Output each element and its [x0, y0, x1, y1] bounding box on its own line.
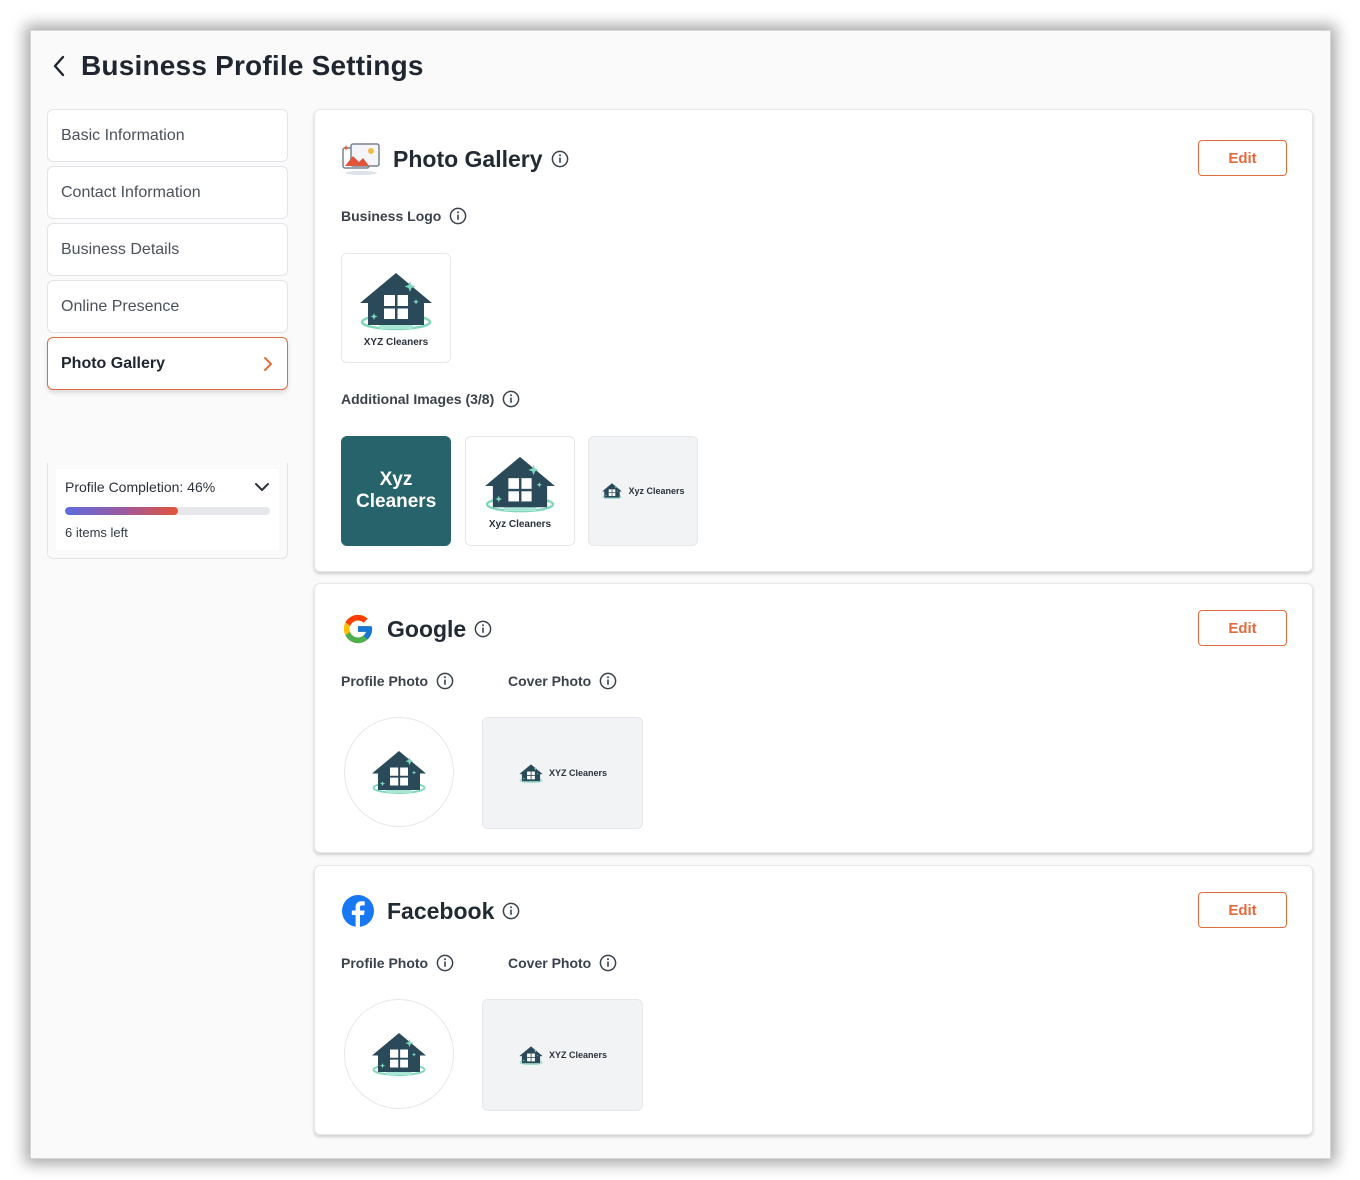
house-logo-icon	[518, 763, 544, 784]
profile-completion-label: Profile Completion: 46%	[65, 479, 216, 495]
app-window: Business Profile Settings Basic Informat…	[31, 31, 1330, 1158]
profile-completion-panel: Profile Completion: 46% 6 items left	[47, 463, 288, 559]
google-profile-photo-label: Profile Photo	[341, 672, 454, 690]
sidebar-item-label: Business Details	[61, 240, 180, 258]
google-icon	[343, 614, 373, 644]
image-text: Xyz Cleaners	[356, 469, 437, 512]
business-logo-thumbnail[interactable]: XYZ Cleaners	[341, 253, 451, 363]
additional-image-2[interactable]: Xyz Cleaners	[465, 436, 575, 546]
chevron-down-icon[interactable]	[254, 481, 270, 493]
house-logo-icon	[481, 453, 559, 515]
info-icon[interactable]	[502, 902, 520, 920]
info-icon[interactable]	[502, 390, 520, 408]
photo-gallery-title: Photo Gallery	[393, 145, 543, 172]
info-icon[interactable]	[551, 150, 569, 168]
house-logo-icon	[369, 1030, 429, 1078]
facebook-cover-photo[interactable]: XYZ Cleaners	[482, 999, 643, 1111]
sidebar-item-label: Photo Gallery	[61, 354, 166, 372]
house-logo-icon	[601, 482, 623, 500]
photo-gallery-card: Photo Gallery Edit Business Logo XYZ Cle…	[314, 109, 1313, 572]
sidebar-item-label: Basic Information	[61, 126, 185, 144]
photo-gallery-edit-button[interactable]: Edit	[1198, 140, 1287, 176]
google-cover-photo[interactable]: XYZ Cleaners	[482, 717, 643, 829]
cover-caption: XYZ Cleaners	[548, 768, 608, 778]
image-caption: Xyz Cleaners	[628, 486, 685, 496]
additional-images-label-text: Additional Images (3/8)	[341, 391, 495, 407]
facebook-profile-photo-label: Profile Photo	[341, 954, 454, 972]
sidebar-item-contact-information[interactable]: Contact Information	[47, 166, 288, 219]
facebook-profile-photo[interactable]	[344, 999, 454, 1109]
sidebar-item-label: Contact Information	[61, 183, 201, 201]
page-title: Business Profile Settings	[81, 50, 424, 81]
progress-fill	[65, 507, 179, 515]
info-icon[interactable]	[474, 620, 492, 638]
facebook-edit-button[interactable]: Edit	[1198, 892, 1287, 928]
info-icon[interactable]	[449, 207, 467, 225]
profile-photo-label-text: Profile Photo	[341, 673, 429, 689]
image-caption: Xyz Cleaners	[488, 518, 552, 530]
additional-image-1[interactable]: Xyz Cleaners	[341, 436, 451, 546]
photo-gallery-header: Photo Gallery	[341, 142, 569, 176]
google-profile-photo[interactable]	[344, 717, 454, 827]
sidebar-item-basic-information[interactable]: Basic Information	[47, 109, 288, 162]
additional-images-label: Additional Images (3/8)	[341, 390, 520, 408]
google-title: Google	[387, 615, 467, 642]
photo-gallery-icon	[342, 143, 380, 175]
house-logo-icon	[369, 748, 429, 796]
chevron-left-icon	[53, 55, 65, 77]
profile-completion-progress-bar	[65, 507, 270, 515]
house-logo-icon	[356, 269, 436, 333]
facebook-card: Facebook Edit Profile Photo Cover Photo …	[314, 865, 1313, 1135]
sidebar-nav: Basic Information Contact Information Bu…	[47, 109, 288, 559]
facebook-title: Facebook	[387, 897, 495, 924]
house-logo-icon	[518, 1045, 544, 1066]
sidebar-item-photo-gallery[interactable]: Photo Gallery	[47, 337, 288, 390]
info-icon[interactable]	[436, 954, 454, 972]
facebook-icon	[342, 895, 374, 927]
cover-photo-label-text: Cover Photo	[508, 673, 592, 689]
google-cover-photo-label: Cover Photo	[508, 672, 617, 690]
additional-image-3[interactable]: Xyz Cleaners	[588, 436, 698, 546]
business-logo-label: Business Logo	[341, 207, 467, 225]
google-edit-button[interactable]: Edit	[1198, 610, 1287, 646]
sidebar-item-business-details[interactable]: Business Details	[47, 223, 288, 276]
business-logo-label-text: Business Logo	[341, 208, 442, 224]
facebook-cover-photo-label: Cover Photo	[508, 954, 617, 972]
profile-photo-label-text: Profile Photo	[341, 955, 429, 971]
chevron-right-icon	[264, 356, 272, 371]
back-button[interactable]	[47, 49, 71, 83]
cover-photo-label-text: Cover Photo	[508, 955, 592, 971]
sidebar-item-label: Online Presence	[61, 297, 180, 315]
google-card: Google Edit Profile Photo Cover Photo XY…	[314, 583, 1313, 853]
info-icon[interactable]	[599, 672, 617, 690]
sidebar-item-online-presence[interactable]: Online Presence	[47, 280, 288, 333]
facebook-header: Facebook	[341, 894, 520, 928]
cover-caption: XYZ Cleaners	[548, 1050, 608, 1060]
items-left-text: 6 items left	[65, 525, 128, 540]
page-header: Business Profile Settings	[47, 49, 424, 83]
google-header: Google	[341, 612, 492, 646]
logo-caption: XYZ Cleaners	[363, 336, 429, 348]
info-icon[interactable]	[436, 672, 454, 690]
info-icon[interactable]	[599, 954, 617, 972]
